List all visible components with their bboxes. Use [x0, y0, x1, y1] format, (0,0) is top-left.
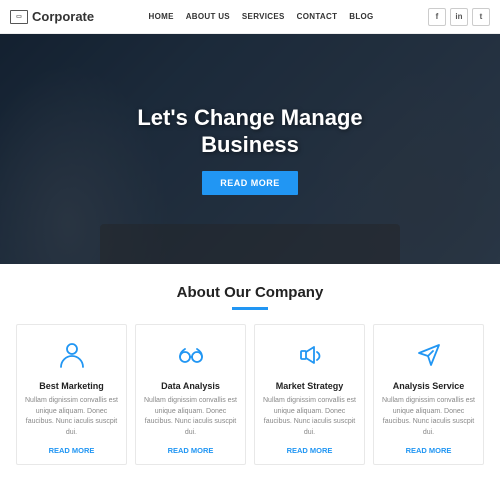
about-underline [232, 307, 268, 310]
cards-row: Best Marketing Nullam dignissim convalli… [10, 324, 490, 475]
card-data-analysis-text: Nullam dignissim convallis est unique al… [144, 396, 237, 438]
social-twitter[interactable]: t [472, 8, 490, 26]
about-section: About Our Company Best Marketing Nullam … [0, 264, 500, 485]
hero-line2: Business [201, 132, 299, 157]
about-title: About Our Company [10, 284, 490, 301]
card-market-strategy-title: Market Strategy [263, 381, 356, 391]
logo-icon: ▭ [10, 10, 28, 24]
speaker-icon [263, 337, 356, 373]
card-analysis-service-text: Nullam dignissim convallis est unique al… [382, 396, 475, 438]
nav-about[interactable]: ABOUT US [186, 12, 230, 21]
nav-services[interactable]: SERVICES [242, 12, 285, 21]
logo[interactable]: ▭ Corporate [10, 9, 94, 24]
social-facebook[interactable]: f [428, 8, 446, 26]
main-nav: HOME ABOUT US SERVICES CONTACT BLOG [149, 12, 374, 21]
hero-section: Let's Change Manage Business READ MORE [0, 34, 500, 264]
header: ▭ Corporate HOME ABOUT US SERVICES CONTA… [0, 0, 500, 34]
card-best-marketing-link[interactable]: READ MORE [49, 446, 95, 455]
card-analysis-service-link[interactable]: READ MORE [406, 446, 452, 455]
card-market-strategy: Market Strategy Nullam dignissim convall… [254, 324, 365, 465]
hero-cta-button[interactable]: READ MORE [202, 171, 298, 195]
glasses-icon [144, 337, 237, 373]
social-icons: f in t [428, 8, 490, 26]
send-icon [382, 337, 475, 373]
social-linkedin[interactable]: in [450, 8, 468, 26]
card-best-marketing-text: Nullam dignissim convallis est unique al… [25, 396, 118, 438]
card-market-strategy-text: Nullam dignissim convallis est unique al… [263, 396, 356, 438]
person-icon [25, 337, 118, 373]
nav-contact[interactable]: CONTACT [297, 12, 338, 21]
nav-home[interactable]: HOME [149, 12, 174, 21]
hero-content: Let's Change Manage Business READ MORE [137, 104, 362, 195]
card-analysis-service: Analysis Service Nullam dignissim conval… [373, 324, 484, 465]
card-market-strategy-link[interactable]: READ MORE [287, 446, 333, 455]
logo-text: Corporate [32, 9, 94, 24]
card-data-analysis: Data Analysis Nullam dignissim convallis… [135, 324, 246, 465]
hero-title: Let's Change Manage Business [137, 104, 362, 159]
card-analysis-service-title: Analysis Service [382, 381, 475, 391]
hero-line1: Let's Change Manage [137, 105, 362, 130]
card-data-analysis-link[interactable]: READ MORE [168, 446, 214, 455]
card-best-marketing-title: Best Marketing [25, 381, 118, 391]
card-data-analysis-title: Data Analysis [144, 381, 237, 391]
nav-blog[interactable]: BLOG [349, 12, 373, 21]
card-best-marketing: Best Marketing Nullam dignissim convalli… [16, 324, 127, 465]
